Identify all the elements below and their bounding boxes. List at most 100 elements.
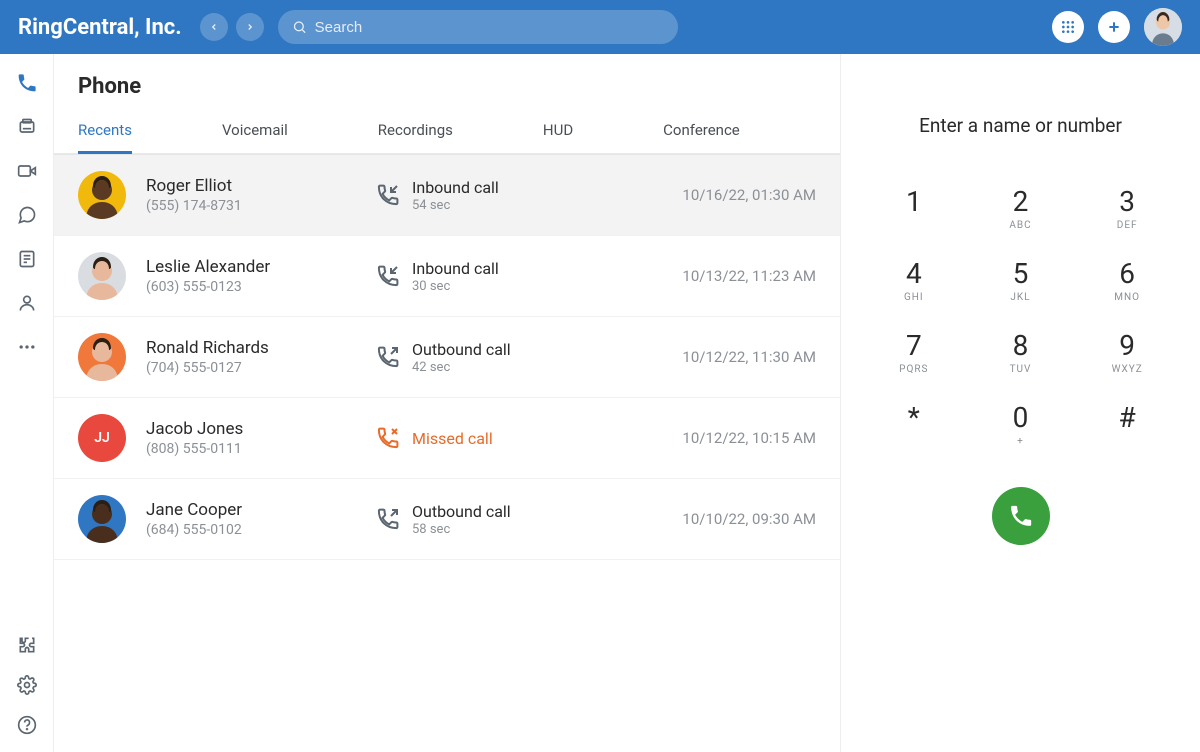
fax-icon: [17, 117, 37, 137]
dialpad-key-0[interactable]: 0+: [992, 401, 1049, 447]
dialpad-key-8[interactable]: 8TUV: [992, 329, 1049, 375]
call-person: Roger Elliot (555) 174-8731: [146, 176, 356, 214]
dialpad-button[interactable]: [1052, 11, 1084, 43]
chevron-left-icon: [209, 22, 219, 32]
dialpad-key-digit: 3: [1119, 185, 1135, 218]
tab-conference[interactable]: Conference: [663, 111, 740, 153]
call-type-icon: [376, 507, 400, 531]
call-duration: 58 sec: [412, 522, 511, 537]
avatar-icon: [1144, 8, 1182, 46]
call-duration: 54 sec: [412, 198, 499, 213]
plus-icon: [1106, 19, 1122, 35]
dialpad: 1 2ABC 3 DEF 4GHI 5JKL 6 MNO 7PQRS 8TUV 9WXYZ * 0+ #: [886, 185, 1156, 447]
search-input[interactable]: [315, 19, 664, 36]
dialpad-key-letters: DEF: [1117, 220, 1138, 231]
call-timestamp: 10/10/22, 09:30 AM: [682, 510, 816, 528]
call-row[interactable]: Jane Cooper(684) 555-0102Outbound call58…: [54, 479, 840, 560]
dialer-prompt[interactable]: Enter a name or number: [919, 114, 1122, 137]
call-number: (808) 555-0111: [146, 441, 356, 457]
phone-icon: [1008, 503, 1034, 529]
call-row[interactable]: JJJacob Jones(808) 555-0111Missed call10…: [54, 398, 840, 479]
tab-recordings[interactable]: Recordings: [378, 111, 453, 153]
search-field[interactable]: [278, 10, 678, 44]
dialpad-key-digit: *: [908, 401, 920, 434]
dialpad-key-digit: 6: [1119, 257, 1135, 290]
sidebar-item-apps[interactable]: [14, 632, 40, 658]
sidebar-item-more[interactable]: [14, 334, 40, 360]
call-number: (704) 555-0127: [146, 360, 356, 376]
tab-hud[interactable]: HUD: [543, 111, 573, 153]
sidebar-item-chat[interactable]: [14, 202, 40, 228]
call-name: Jacob Jones: [146, 419, 356, 439]
dialpad-key-digit: 9: [1119, 329, 1135, 362]
call-type: Missed call: [376, 426, 606, 450]
call-type-label: Missed call: [412, 429, 493, 448]
dialpad-key-digit: #: [1119, 401, 1136, 434]
dialpad-key-3[interactable]: 3 DEF: [1099, 185, 1156, 231]
sidebar-item-fax[interactable]: [14, 114, 40, 140]
sidebar-item-text[interactable]: [14, 246, 40, 272]
call-person: Jacob Jones (808) 555-0111: [146, 419, 356, 457]
call-timestamp: 10/16/22, 01:30 AM: [682, 186, 816, 204]
brand-logo: RingCentral, Inc.: [18, 15, 182, 40]
dialpad-key-letters: MNO: [1114, 292, 1140, 303]
dialpad-key-5[interactable]: 5JKL: [992, 257, 1049, 303]
call-type-label: Inbound call: [412, 178, 499, 197]
dialpad-key-6[interactable]: 6 MNO: [1099, 257, 1156, 303]
call-timestamp: 10/13/22, 11:23 AM: [682, 267, 816, 285]
call-type-label: Outbound call: [412, 340, 511, 359]
dialpad-key-4[interactable]: 4GHI: [886, 257, 943, 303]
sidebar-item-phone[interactable]: [14, 70, 40, 96]
dialpad-key-digit: 7: [906, 329, 922, 362]
call-person: Ronald Richards (704) 555-0127: [146, 338, 356, 376]
call-number: (684) 555-0102: [146, 522, 356, 538]
call-avatar: JJ: [78, 414, 126, 462]
sidebar-item-settings[interactable]: [14, 672, 40, 698]
contacts-icon: [17, 293, 37, 313]
call-type: Outbound call58 sec: [376, 502, 606, 537]
call-name: Leslie Alexander: [146, 257, 356, 277]
dialpad-key-digit: 8: [1013, 329, 1029, 362]
tab-bar: Recents Voicemail Recordings HUD Conference: [54, 111, 840, 154]
add-button[interactable]: [1098, 11, 1130, 43]
page-title: Phone: [54, 54, 840, 111]
dialpad-key-9[interactable]: 9WXYZ: [1099, 329, 1156, 375]
call-name: Ronald Richards: [146, 338, 356, 358]
dialpad-key-7[interactable]: 7PQRS: [886, 329, 943, 375]
chat-icon: [17, 205, 37, 225]
sidebar-item-video[interactable]: [14, 158, 40, 184]
tab-voicemail[interactable]: Voicemail: [222, 111, 288, 153]
dialpad-key-letters: +: [1017, 436, 1024, 447]
text-icon: [17, 249, 37, 269]
sidebar: [0, 54, 54, 752]
content-area: Phone Recents Voicemail Recordings HUD Confe…: [54, 54, 840, 752]
dialpad-key-digit: 4: [906, 257, 922, 290]
sidebar-item-help[interactable]: [14, 712, 40, 738]
tab-recents[interactable]: Recents: [78, 111, 132, 154]
call-row[interactable]: Roger Elliot (555) 174-8731 Inbound call54…: [54, 154, 840, 236]
sidebar-item-contacts[interactable]: [14, 290, 40, 316]
dialpad-key-2[interactable]: 2ABC: [992, 185, 1049, 231]
call-person: Leslie Alexander(603) 555-0123: [146, 257, 356, 295]
call-type-label: Outbound call: [412, 502, 511, 521]
phone-icon: [16, 72, 38, 94]
video-icon: [17, 161, 37, 181]
dialpad-key-*[interactable]: *: [886, 401, 943, 447]
nav-back-button[interactable]: [200, 13, 228, 41]
dialpad-key-#[interactable]: #: [1099, 401, 1156, 447]
dialpad-key-digit: 1: [906, 185, 922, 218]
call-row[interactable]: Ronald Richards (704) 555-0127 Outbound ca…: [54, 317, 840, 398]
call-row[interactable]: Leslie Alexander(603) 555-0123Inbound ca…: [54, 236, 840, 317]
user-avatar[interactable]: [1144, 8, 1182, 46]
dialpad-key-digit: 5: [1013, 257, 1029, 290]
dial-button[interactable]: [992, 487, 1050, 545]
dialer-panel: Enter a name or number 1 2ABC 3 DEF 4GHI 5JKL…: [840, 54, 1200, 752]
call-avatar: [78, 252, 126, 300]
dialpad-key-digit: 2: [1013, 185, 1029, 218]
call-duration: 42 sec: [412, 360, 511, 375]
help-icon: [17, 715, 37, 735]
call-name: Roger Elliot: [146, 176, 356, 196]
call-number: (555) 174-8731: [146, 198, 356, 214]
dialpad-key-1[interactable]: 1: [886, 185, 943, 231]
nav-forward-button[interactable]: [236, 13, 264, 41]
